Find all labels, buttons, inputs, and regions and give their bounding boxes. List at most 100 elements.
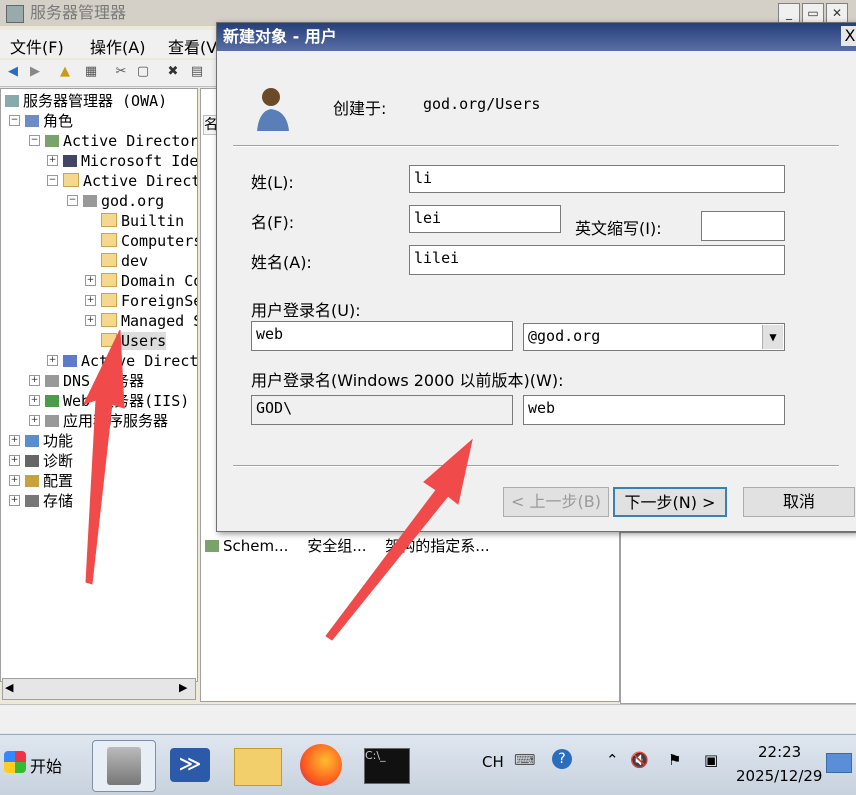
tree-item-managed[interactable]: Managed Service Accounts — [101, 311, 197, 331]
tree-item-features[interactable]: 功能 — [25, 431, 73, 451]
dialog-close-button[interactable]: X — [841, 26, 856, 46]
show-tree-icon[interactable]: ▦ — [82, 63, 100, 81]
tree-item-diagnostics[interactable]: 诊断 — [25, 451, 73, 471]
menu-file[interactable]: 文件(F) — [10, 34, 64, 58]
network-icon[interactable]: ▣ — [704, 751, 718, 769]
tree-item-domain-controllers[interactable]: Domain Controllers — [101, 271, 197, 291]
tree-item-users[interactable]: Users — [101, 331, 167, 351]
tree-item-roles[interactable]: 角色 — [25, 111, 73, 131]
tree-horizontal-scrollbar[interactable]: ◀ ▶ — [2, 678, 196, 700]
copy-icon[interactable]: ▢ — [134, 63, 152, 81]
initials-field[interactable] — [701, 211, 785, 241]
expand-icon[interactable]: + — [47, 355, 58, 366]
scroll-right-icon[interactable]: ▶ — [179, 681, 187, 694]
language-indicator[interactable]: CH — [482, 753, 504, 771]
tree-item-builtin[interactable]: Builtin — [101, 211, 184, 231]
logon-name-field[interactable]: web — [251, 321, 513, 351]
collapse-icon[interactable]: − — [9, 115, 20, 126]
start-button[interactable]: 开始 — [2, 745, 66, 781]
tree-item-label: ForeignSecurityPrincipals — [121, 292, 197, 310]
show-desktop-button[interactable] — [826, 753, 852, 773]
tree-item-dns[interactable]: DNS 服务器 — [45, 371, 144, 391]
tree-item-microsoft-identity[interactable]: Microsoft Identity — [63, 151, 197, 171]
expand-icon[interactable]: + — [85, 275, 96, 286]
cut-icon[interactable]: ✂ — [112, 63, 130, 81]
folder-icon — [101, 213, 117, 227]
properties-icon[interactable]: ▤ — [188, 63, 206, 81]
domain-suffix-select[interactable]: @god.org ▼ — [523, 323, 785, 351]
taskbar-explorer[interactable] — [226, 740, 288, 790]
tree-item-ad-ds[interactable]: Active Directory 域服务 — [45, 131, 197, 151]
expand-icon[interactable]: + — [9, 435, 20, 446]
keyboard-icon[interactable]: ⌨ — [514, 751, 536, 769]
computer-icon — [63, 155, 77, 167]
tree-item-label: 诊断 — [43, 452, 74, 470]
full-name-field[interactable]: lilei — [409, 245, 785, 275]
expand-icon[interactable]: + — [85, 295, 96, 306]
tree-item-god-org[interactable]: god.org — [83, 191, 164, 211]
clock-date[interactable]: 2025/12/29 — [736, 767, 822, 785]
expand-icon[interactable]: + — [9, 475, 20, 486]
expand-icon[interactable]: + — [47, 155, 58, 166]
forward-icon[interactable]: ▶ — [26, 63, 44, 81]
tree-item-iis[interactable]: Web 服务器(IIS) — [45, 391, 189, 411]
tree-item-label: 服务器管理器 (OWA) — [23, 92, 168, 110]
folder-icon — [101, 293, 117, 307]
maximize-button[interactable]: ▭ — [802, 3, 824, 23]
first-name-field[interactable]: lei — [409, 205, 561, 233]
show-hidden-icons[interactable]: ⌃ — [606, 751, 619, 769]
scroll-left-icon[interactable]: ◀ — [5, 681, 13, 694]
logon-name-label: 用户登录名(U): — [251, 301, 361, 320]
expand-icon[interactable]: + — [9, 495, 20, 506]
volume-muted-icon[interactable]: 🔇 — [630, 751, 649, 769]
expand-icon[interactable]: + — [29, 375, 40, 386]
tree-item-configuration[interactable]: 配置 — [25, 471, 73, 491]
taskbar-firefox[interactable] — [292, 740, 354, 790]
tree-item-app-server[interactable]: 应用程序服务器 — [45, 411, 168, 431]
ou-folder-icon — [101, 253, 117, 267]
storage-icon — [25, 495, 39, 507]
collapse-icon[interactable]: − — [47, 175, 58, 186]
pre2000-logon-field[interactable]: web — [523, 395, 785, 425]
command-prompt-icon: C:\_ — [364, 748, 410, 784]
expand-icon[interactable]: + — [9, 455, 20, 466]
collapse-icon[interactable]: − — [67, 195, 78, 206]
collapse-icon[interactable]: − — [29, 135, 40, 146]
up-folder-icon[interactable]: ▲ — [56, 63, 74, 81]
last-name-field[interactable]: li — [409, 165, 785, 193]
expand-icon[interactable]: + — [29, 415, 40, 426]
clock-time[interactable]: 22:23 — [758, 743, 801, 761]
tree-item-server-manager[interactable]: 服务器管理器 (OWA) — [5, 91, 167, 111]
dialog-titlebar: 新建对象 - 用户 X — [217, 23, 856, 51]
folder-icon — [101, 313, 117, 327]
taskbar-cmd[interactable]: C:\_ — [356, 740, 418, 790]
back-icon[interactable]: ◀ — [4, 63, 22, 81]
help-icon[interactable]: ? — [552, 749, 572, 769]
taskbar-server-manager[interactable] — [92, 740, 156, 792]
diagnostics-icon — [25, 455, 39, 467]
tree-item-dev[interactable]: dev — [101, 251, 148, 271]
cancel-button[interactable]: 取消 — [743, 487, 855, 517]
expand-icon[interactable]: + — [29, 395, 40, 406]
table-row[interactable]: Schem... 安全组... 架构的指定系... — [205, 535, 490, 556]
close-window-button[interactable]: ✕ — [826, 3, 848, 23]
tree-item-storage[interactable]: 存储 — [25, 491, 73, 511]
tree-item-ad-users-computers[interactable]: Active Directory 用户和计算机 — [63, 171, 197, 191]
tree-item-ad-sites[interactable]: Active Directory 站点和服务 — [63, 351, 197, 371]
delete-icon[interactable]: ✖ — [164, 63, 182, 81]
action-center-flag-icon[interactable]: ⚑ — [668, 751, 681, 769]
server-manager-icon — [6, 5, 24, 23]
minimize-button[interactable]: _ — [778, 3, 800, 23]
back-button[interactable]: < 上一步(B) — [503, 487, 609, 517]
menu-action[interactable]: 操作(A) — [90, 34, 145, 58]
chevron-down-icon[interactable]: ▼ — [762, 325, 783, 349]
next-button[interactable]: 下一步(N) > — [613, 487, 727, 517]
tree-item-foreign-security[interactable]: ForeignSecurityPrincipals — [101, 291, 197, 311]
tree-item-label: Users — [121, 332, 167, 350]
taskbar-powershell[interactable]: ≫ — [160, 740, 222, 790]
tree-item-computers[interactable]: Computers — [101, 231, 197, 251]
tree-item-label: 功能 — [43, 432, 74, 450]
first-name-label: 名(F): — [251, 213, 295, 232]
folder-icon — [101, 333, 117, 347]
expand-icon[interactable]: + — [85, 315, 96, 326]
